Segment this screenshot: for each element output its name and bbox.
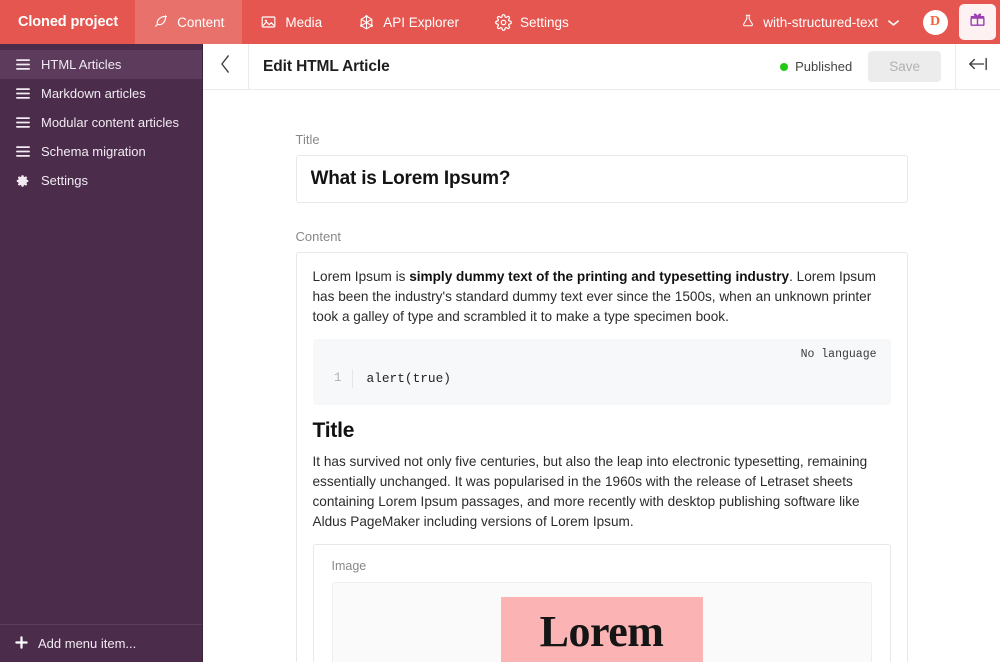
nav-tab-api-explorer[interactable]: API Explorer: [340, 0, 477, 44]
sidebar-item-html-articles[interactable]: HTML Articles: [0, 50, 202, 79]
arrow-left-bar-icon: [968, 56, 988, 77]
record-form-scroll[interactable]: Title Content Lorem Ipsum is simply dumm…: [203, 90, 1000, 662]
nav-tab-media[interactable]: Media: [242, 0, 340, 44]
add-menu-item-label: Add menu item...: [38, 636, 137, 651]
code-line-number: 1: [327, 369, 353, 389]
sidebar: HTML Articles Markdown articles Modular …: [0, 44, 203, 662]
gear-icon: [15, 174, 30, 188]
sidebar-item-label: Schema migration: [41, 144, 146, 159]
list-icon: [15, 87, 30, 100]
nav-tab-label: API Explorer: [383, 14, 459, 30]
graphql-icon: [358, 14, 375, 31]
brand-project-name[interactable]: Cloned project: [0, 0, 135, 44]
chevron-down-icon: [888, 15, 899, 30]
add-menu-item-button[interactable]: Add menu item...: [0, 624, 202, 662]
gift-icon: [969, 11, 986, 33]
top-bar: Cloned project Content Media API Explore…: [0, 0, 1000, 44]
plus-icon: [15, 635, 28, 652]
primary-nav: Content Media API Explorer Settings: [135, 0, 587, 44]
record-form: Title Content Lorem Ipsum is simply dumm…: [203, 90, 1000, 662]
editor-heading: Title: [312, 418, 355, 442]
embedded-image-block[interactable]: Image Lorem: [312, 543, 891, 662]
environment-label: with-structured-text: [763, 14, 878, 30]
lorem-image-preview[interactable]: Lorem: [500, 596, 703, 662]
nav-tab-label: Content: [177, 14, 225, 30]
code-language-label[interactable]: No language: [327, 348, 877, 361]
environment-selector[interactable]: with-structured-text: [727, 0, 913, 44]
sidebar-item-label: HTML Articles: [41, 57, 122, 72]
feather-icon: [153, 14, 169, 30]
structured-text-editor[interactable]: Lorem Ipsum is simply dummy text of the …: [295, 252, 908, 662]
paragraph-1-lead: Lorem Ipsum is: [312, 269, 410, 284]
collapse-panel-button[interactable]: [955, 44, 1000, 89]
list-icon: [15, 116, 30, 129]
sidebar-item-modular-content-articles[interactable]: Modular content articles: [0, 108, 202, 137]
gift-button[interactable]: [959, 4, 996, 40]
gear-icon: [495, 13, 512, 31]
status-badge[interactable]: Published: [780, 44, 868, 89]
nav-tab-label: Settings: [519, 14, 569, 30]
logo-circle: D: [922, 9, 948, 35]
nav-tab-label: Media: [285, 14, 323, 30]
field-title: Title: [295, 132, 908, 203]
flask-icon: [741, 13, 755, 31]
field-label-content: Content: [295, 229, 342, 244]
nav-tab-content[interactable]: Content: [135, 0, 243, 44]
editor-paragraph-1: Lorem Ipsum is simply dummy text of the …: [313, 267, 891, 327]
editor-paragraph-2: It has survived not only five centuries,…: [312, 453, 868, 529]
dato-logo[interactable]: D: [913, 0, 957, 44]
paragraph-1-bold: simply dummy text of the printing and ty…: [409, 269, 790, 284]
back-button[interactable]: [203, 44, 249, 89]
code-line-row: 1 alert(true): [327, 369, 877, 389]
title-input[interactable]: [295, 155, 908, 203]
status-label: Published: [795, 59, 853, 74]
logo-letter: D: [929, 14, 941, 29]
code-block[interactable]: No language 1 alert(true): [312, 339, 891, 405]
sidebar-item-list: HTML Articles Markdown articles Modular …: [0, 44, 202, 195]
code-line-text[interactable]: alert(true): [353, 369, 451, 388]
chevron-left-icon: [220, 55, 231, 78]
sidebar-item-schema-migration[interactable]: Schema migration: [0, 137, 202, 166]
field-spacer: [203, 203, 1000, 229]
field-content: Content Lorem Ipsum is simply dummy text…: [295, 229, 908, 662]
lorem-image-text: Lorem: [539, 606, 664, 656]
sidebar-item-settings[interactable]: Settings: [0, 166, 202, 195]
save-button[interactable]: Save: [868, 51, 941, 82]
list-icon: [15, 145, 30, 158]
sidebar-item-label: Settings: [41, 173, 88, 188]
sidebar-item-markdown-articles[interactable]: Markdown articles: [0, 79, 202, 108]
list-icon: [15, 58, 30, 71]
field-label-title: Title: [295, 132, 320, 147]
sidebar-item-label: Markdown articles: [41, 86, 146, 101]
content-area: Edit HTML Article Published Save Title W…: [203, 44, 1000, 662]
page-title: Edit HTML Article: [263, 57, 390, 75]
nav-tab-settings[interactable]: Settings: [477, 0, 587, 44]
image-dropzone[interactable]: Lorem: [331, 581, 872, 662]
status-dot-icon: [780, 62, 789, 71]
image-icon: [260, 14, 277, 30]
record-toolbar: Edit HTML Article Published Save: [203, 44, 1000, 90]
sidebar-item-label: Modular content articles: [41, 115, 180, 130]
block-label-image: Image: [331, 558, 367, 573]
